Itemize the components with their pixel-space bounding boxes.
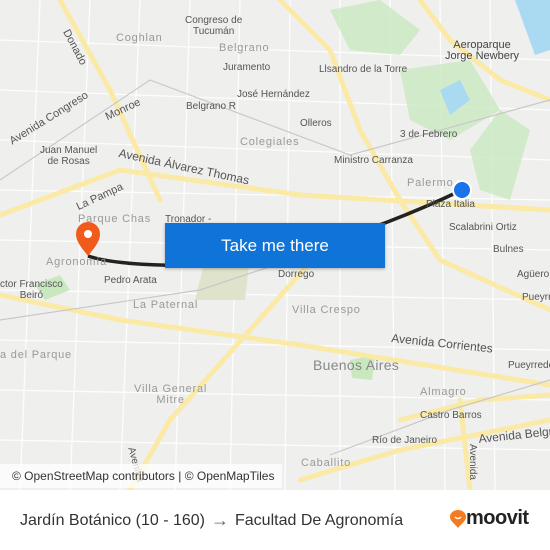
moovit-wordmark: moovit <box>466 507 529 529</box>
arrow-right-icon: → <box>211 510 229 530</box>
map-label: Juan Manuel de Rosas <box>40 145 98 167</box>
map-label: Olleros <box>300 118 332 129</box>
map-label: Caballito <box>301 457 352 469</box>
map-label: Buenos Aires <box>313 357 400 373</box>
map-label: Bulnes <box>493 244 524 255</box>
map-label: Belgrano R <box>186 101 237 112</box>
destination-name: Facultad De Agronomía <box>235 511 404 529</box>
map-label: Aeroparque Jorge Newbery <box>445 39 519 62</box>
map-label: ctor Francisco Beiró <box>0 279 63 301</box>
map-label: Dorrego <box>278 269 315 280</box>
map-label: Villa Crespo <box>292 304 361 316</box>
map-label: Agronomía <box>46 256 108 268</box>
map-attribution[interactable]: © OpenStreetMap contributors | © OpenMap… <box>0 464 283 488</box>
route-summary: Jardín Botánico (10 - 160) → Facultad De… <box>20 510 403 531</box>
map-label: Palermo <box>407 177 454 189</box>
map-label: 3 de Febrero <box>400 129 458 140</box>
map-label: Pueyrredó <box>508 360 550 371</box>
map-label: Villa General Mitre <box>134 383 208 406</box>
map-label: Scalabrini Ortiz <box>449 222 517 233</box>
take-me-there-button[interactable]: Take me there <box>165 223 385 268</box>
map-label: Parque Chas <box>78 213 152 225</box>
moovit-logo: moovit <box>450 507 529 530</box>
map-label: a del Parque <box>0 349 72 361</box>
map-label: Plaza Italia <box>426 199 475 210</box>
origin-name: Jardín Botánico (10 - 160) <box>20 511 205 529</box>
map-label: Juramento <box>223 62 271 73</box>
map-label: La Paternal <box>133 299 199 311</box>
map-label: Belgrano <box>219 42 270 54</box>
map-label: José Hernández <box>237 89 310 100</box>
map-label: Castro Barros <box>420 410 482 421</box>
map-label: Agüero <box>517 269 550 280</box>
map-label: Congreso de Tucumán <box>185 15 243 37</box>
map-label: Colegiales <box>240 136 300 148</box>
moovit-pin-icon <box>450 509 466 528</box>
map-label: Almagro <box>420 386 467 398</box>
map-label: Río de Janeiro <box>372 435 438 446</box>
map-label: Avenida <box>467 444 478 480</box>
map-label: Llsandro de la Torre <box>319 64 408 75</box>
map-label: Ministro Carranza <box>334 155 413 166</box>
map-label: Coghlan <box>116 32 163 44</box>
map[interactable]: Coghlan Congreso de Tucumán Belgrano Jur… <box>0 0 550 490</box>
map-label: Pedro Arata <box>104 275 157 286</box>
origin-marker <box>452 180 472 200</box>
map-label: Pueyrr <box>522 292 550 303</box>
